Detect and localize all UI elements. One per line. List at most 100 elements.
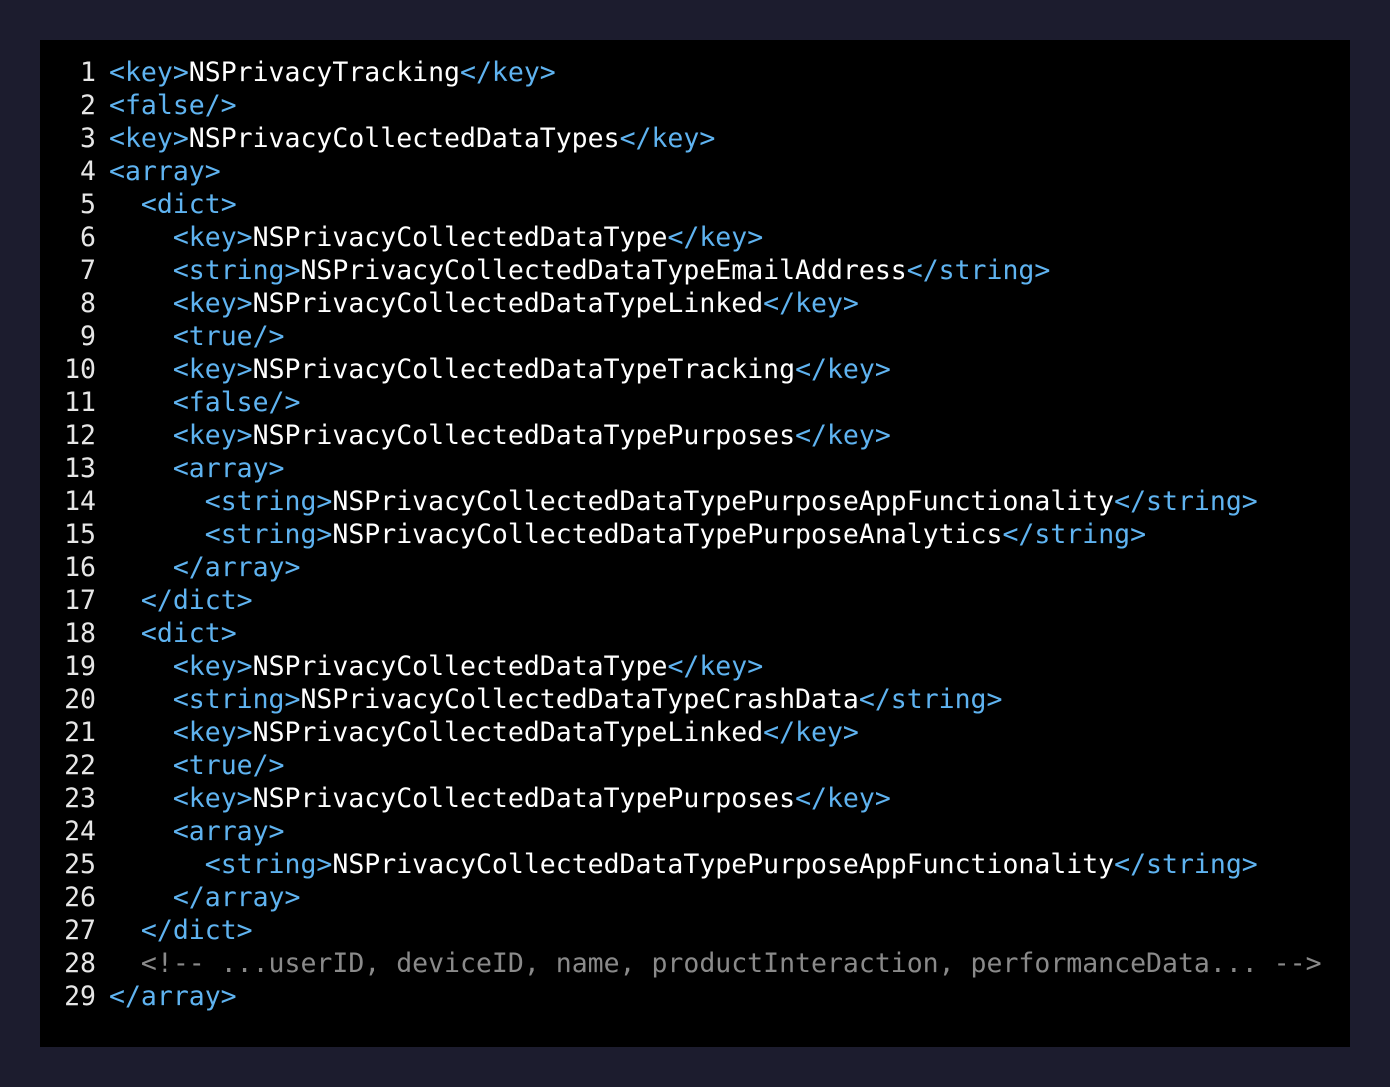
code-token-tag: <string> [172, 255, 301, 286]
code-line[interactable]: 4 <array> [40, 155, 1350, 188]
code-line[interactable]: 3 <key>NSPrivacyCollectedDataTypes</key> [40, 122, 1350, 155]
line-content: <key>NSPrivacyCollectedDataTypePurposes<… [109, 419, 891, 452]
code-token-tag: </array> [109, 981, 237, 1012]
code-token-tag: </key> [619, 123, 716, 154]
code-line[interactable]: 27 </dict> [40, 914, 1350, 947]
line-number: 9 [80, 321, 96, 352]
code-token-text: NSPrivacyCollectedDataTypeLinked [252, 288, 764, 319]
code-line[interactable]: 25 <string>NSPrivacyCollectedDataTypePur… [40, 848, 1350, 881]
code-line[interactable]: 10 <key>NSPrivacyCollectedDataTypeTracki… [40, 353, 1350, 386]
code-line[interactable]: 6 <key>NSPrivacyCollectedDataType</key> [40, 221, 1350, 254]
line-content: <string>NSPrivacyCollectedDataTypeCrashD… [109, 683, 1003, 716]
code-token-tag: </key> [763, 288, 859, 319]
code-line[interactable]: 23 <key>NSPrivacyCollectedDataTypePurpos… [40, 782, 1350, 815]
line-content: </array> [109, 551, 301, 584]
line-number: 20 [64, 684, 96, 715]
line-number: 26 [64, 882, 96, 913]
code-token-tag: <key> [172, 783, 253, 814]
code-token-tag: </key> [795, 783, 891, 814]
code-line[interactable]: 12 <key>NSPrivacyCollectedDataTypePurpos… [40, 419, 1350, 452]
code-area[interactable]: 1 <key>NSPrivacyTracking</key> 2 <false/> 3 <… [40, 56, 1350, 1013]
code-token-text: NSPrivacyCollectedDataType [252, 222, 668, 253]
line-content: <true/> [109, 749, 285, 782]
code-editor: 1 <key>NSPrivacyTracking</key> 2 <false/> 3 <… [40, 40, 1350, 1047]
line-content: <false/> [109, 386, 301, 419]
line-number: 13 [64, 453, 96, 484]
code-line[interactable]: 29 </array> [40, 980, 1350, 1013]
line-content: <string>NSPrivacyCollectedDataTypePurpos… [109, 848, 1258, 881]
line-number: 25 [64, 849, 96, 880]
code-token-tag: </string> [858, 684, 1003, 715]
code-token-tag: </dict> [140, 585, 253, 616]
line-content: <string>NSPrivacyCollectedDataTypeEmailA… [109, 254, 1051, 287]
code-token-tag: </string> [1002, 519, 1147, 550]
code-line[interactable]: 1 <key>NSPrivacyTracking</key> [40, 56, 1350, 89]
code-token-tag: </array> [172, 882, 301, 913]
line-number: 17 [64, 585, 96, 616]
code-token-text: NSPrivacyCollectedDataTypes [188, 123, 620, 154]
line-content: </array> [109, 881, 301, 914]
code-line[interactable]: 13 <array> [40, 452, 1350, 485]
code-line[interactable]: 18 <dict> [40, 617, 1350, 650]
line-content: <string>NSPrivacyCollectedDataTypePurpos… [109, 518, 1146, 551]
code-line[interactable]: 19 <key>NSPrivacyCollectedDataType</key> [40, 650, 1350, 683]
code-token-tag: <array> [172, 816, 285, 847]
code-line[interactable]: 9 <true/> [40, 320, 1350, 353]
code-line[interactable]: 21 <key>NSPrivacyCollectedDataTypeLinked… [40, 716, 1350, 749]
line-number: 18 [64, 618, 96, 649]
code-line[interactable]: 5 <dict> [40, 188, 1350, 221]
code-token-tag: <dict> [140, 618, 237, 649]
code-line[interactable]: 15 <string>NSPrivacyCollectedDataTypePur… [40, 518, 1350, 551]
line-number: 29 [64, 981, 96, 1012]
code-token-tag: <key> [109, 57, 189, 88]
code-token-text: NSPrivacyCollectedDataTypePurposeAnalyti… [332, 519, 1003, 550]
line-content: <key>NSPrivacyCollectedDataType</key> [109, 221, 763, 254]
line-content: <array> [109, 452, 285, 485]
code-line[interactable]: 7 <string>NSPrivacyCollectedDataTypeEmai… [40, 254, 1350, 287]
code-token-tag: <key> [172, 222, 253, 253]
code-token-text: NSPrivacyCollectedDataTypeTracking [252, 354, 796, 385]
code-token-tag: <false/> [172, 387, 301, 418]
line-content: <array> [109, 155, 221, 188]
line-number: 12 [64, 420, 96, 451]
code-line[interactable]: 14 <string>NSPrivacyCollectedDataTypePur… [40, 485, 1350, 518]
code-token-tag: <string> [172, 684, 301, 715]
code-token-tag: <key> [172, 420, 253, 451]
line-number: 16 [64, 552, 96, 583]
code-line[interactable]: 20 <string>NSPrivacyCollectedDataTypeCra… [40, 683, 1350, 716]
code-line[interactable]: 28 <!-- ...userID, deviceID, name, produ… [40, 947, 1350, 980]
line-number: 27 [64, 915, 96, 946]
code-token-tag: </string> [1114, 849, 1258, 880]
line-content: <array> [109, 815, 285, 848]
code-line[interactable]: 8 <key>NSPrivacyCollectedDataTypeLinked<… [40, 287, 1350, 320]
code-line[interactable]: 16 </array> [40, 551, 1350, 584]
code-line[interactable]: 2 <false/> [40, 89, 1350, 122]
code-token-text: NSPrivacyCollectedDataTypeEmailAddress [300, 255, 907, 286]
code-token-tag: </string> [906, 255, 1051, 286]
code-line[interactable]: 22 <true/> [40, 749, 1350, 782]
code-line[interactable]: 24 <array> [40, 815, 1350, 848]
code-token-tag: <true/> [172, 321, 285, 352]
line-number: 10 [64, 354, 96, 385]
code-token-text: NSPrivacyCollectedDataTypePurposes [252, 420, 796, 451]
code-line[interactable]: 17 </dict> [40, 584, 1350, 617]
line-content: <!-- ...userID, deviceID, name, productI… [109, 947, 1322, 980]
code-line[interactable]: 11 <false/> [40, 386, 1350, 419]
code-token-text: NSPrivacyCollectedDataTypePurposeAppFunc… [332, 486, 1115, 517]
line-content: <key>NSPrivacyCollectedDataTypes</key> [109, 122, 715, 155]
code-line[interactable]: 26 </array> [40, 881, 1350, 914]
